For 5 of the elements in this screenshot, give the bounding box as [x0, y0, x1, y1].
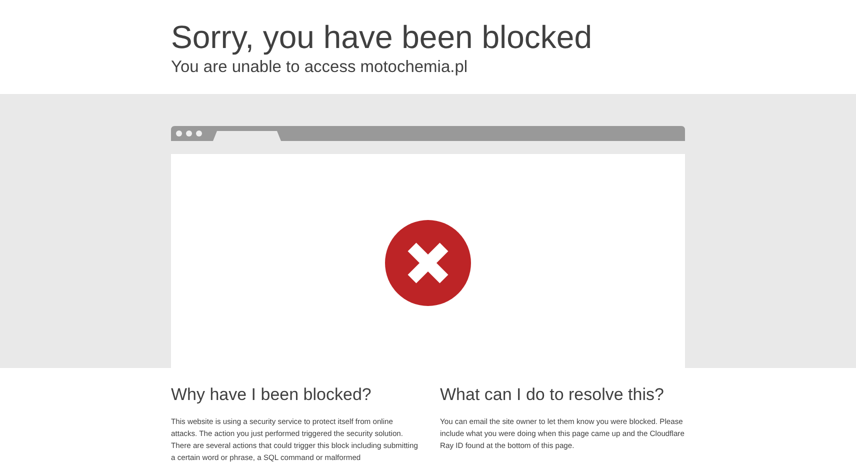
section-heading: Why have I been blocked?	[171, 384, 372, 406]
page-title: Sorry, you have been blocked	[171, 18, 593, 56]
error-icon	[385, 220, 471, 306]
page-subtitle: You are unable to access motochemia.pl	[171, 57, 469, 78]
section-heading: What can I do to resolve this?	[440, 384, 665, 406]
